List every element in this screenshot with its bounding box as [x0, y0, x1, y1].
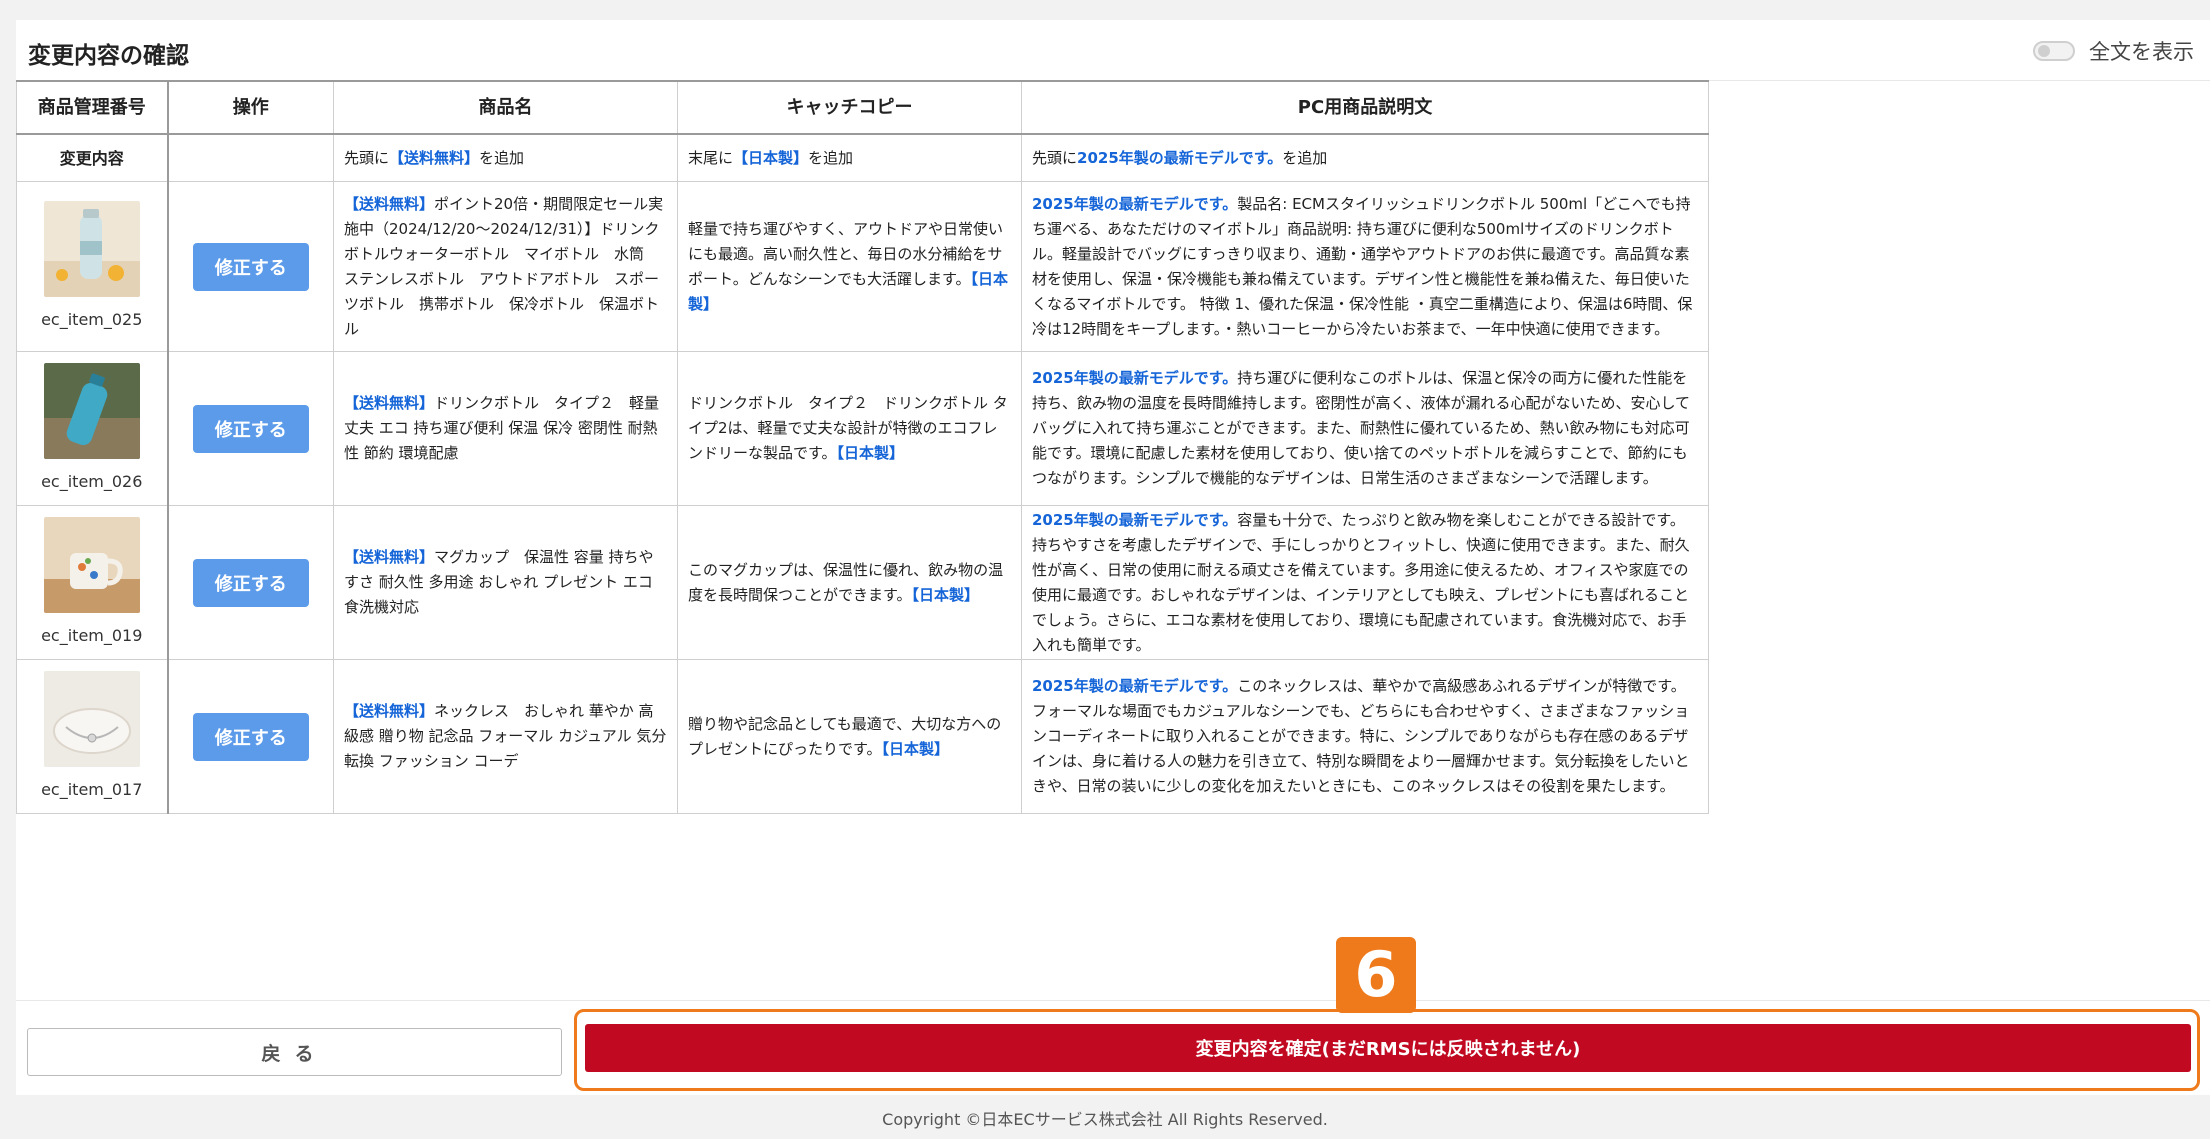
change-text: を追加 — [808, 148, 854, 167]
catch-highlight: 【日本製】 — [836, 444, 905, 462]
table-row: ec_item_026 修正する 【送料無料】ドリンクボトル タイプ２ 軽量 丈… — [16, 351, 1709, 506]
toggle-label: 全文を表示 — [2089, 40, 2194, 64]
edit-button[interactable]: 修正する — [192, 712, 309, 761]
col-header-product-name: 商品名 — [333, 80, 678, 135]
catch-copy-cell: このマグカップは、保温性に優れ、飲み物の温度を長時間保つことができます。【日本製… — [677, 505, 1022, 660]
description-cell: 2025年製の最新モデルです。容量も十分で、たっぷりと飲み物を楽しむことができる… — [1021, 505, 1709, 660]
desc-highlight: 2025年製の最新モデルです。 — [1032, 677, 1238, 695]
name-highlight: 【送料無料】 — [344, 194, 435, 213]
item-id-cell: ec_item_017 — [16, 659, 169, 814]
edit-button[interactable]: 修正する — [192, 404, 309, 453]
edit-button[interactable]: 修正する — [192, 242, 309, 291]
step-number-badge: 6 — [1336, 937, 1416, 1013]
change-highlight: 2025年製の最新モデルです。 — [1077, 148, 1283, 167]
back-button[interactable]: 戻る — [27, 1028, 562, 1076]
action-cell: 修正する — [167, 659, 334, 814]
description-cell: 2025年製の最新モデルです。製品名: ECMスタイリッシュドリンクボトル 50… — [1021, 181, 1709, 352]
catch-copy-cell: ドリンクボトル タイプ２ ドリンクボトル タイプ2は、軽量で丈夫な設計が特徴のエ… — [677, 351, 1022, 506]
confirm-table: 商品管理番号 操作 商品名 キャッチコピー PC用商品説明文 変更内容 先頭に【… — [16, 80, 1709, 814]
item-id: ec_item_017 — [41, 780, 143, 799]
item-id-cell: ec_item_026 — [16, 351, 169, 506]
desc-highlight: 2025年製の最新モデルです。 — [1032, 194, 1238, 213]
card-header: 変更内容の確認 全文を表示 — [16, 20, 2210, 81]
action-cell: 修正する — [167, 505, 334, 660]
change-summary-row: 変更内容 先頭に【送料無料】を追加 末尾に【日本製】を追加 先頭に2025年製の… — [16, 133, 1709, 182]
name-highlight: 【送料無料】 — [344, 394, 435, 412]
footer-action-bar: 戻る 変更内容を確定(まだRMSには反映されません) — [16, 1000, 2210, 1096]
item-id: ec_item_025 — [41, 310, 143, 329]
desc-text: 製品名: ECMスタイリッシュドリンクボトル 500ml「どこへでも持ち運べる、… — [1032, 194, 1693, 338]
name-highlight: 【送料無料】 — [344, 548, 435, 566]
change-highlight: 【日本製】 — [733, 148, 809, 167]
col-header-action: 操作 — [167, 80, 334, 135]
copyright-text: Copyright ©日本ECサービス株式会社 All Rights Reser… — [882, 1110, 1328, 1129]
confirm-changes-button[interactable]: 変更内容を確定(まだRMSには反映されません) — [585, 1024, 2191, 1072]
desc-text: 容量も十分で、たっぷりと飲み物を楽しむことができる設計です。持ちやすさを考慮した… — [1032, 510, 1690, 654]
item-id-cell: ec_item_019 — [16, 505, 169, 660]
catch-copy-cell: 軽量で持ち運びやすく、アウトドアや日常使いにも最適。高い耐久性と、毎日の水分補給… — [677, 181, 1022, 352]
desc-highlight: 2025年製の最新モデルです。 — [1032, 369, 1238, 387]
change-text: 先頭に — [1032, 148, 1078, 167]
change-text: を追加 — [479, 148, 525, 167]
table-row: ec_item_019 修正する 【送料無料】マグカップ 保温性 容量 持ちやす… — [16, 505, 1709, 660]
catch-copy-cell: 贈り物や記念品としても最適で、大切な方へのプレゼントにぴったりです。【日本製】 — [677, 659, 1022, 814]
product-name-cell: 【送料無料】ポイント20倍・期間限定セール実施中（2024/12/20～2024… — [333, 181, 678, 352]
change-highlight: 【送料無料】 — [389, 148, 480, 167]
catch-highlight: 【日本製】 — [881, 739, 950, 758]
change-row-name: 先頭に【送料無料】を追加 — [333, 133, 678, 182]
water-bottle-image — [43, 201, 140, 297]
product-name-cell: 【送料無料】マグカップ 保温性 容量 持ちやすさ 耐久性 多用途 おしゃれ プレ… — [333, 505, 678, 660]
edit-button[interactable]: 修正する — [192, 558, 309, 607]
catch-text: 軽量で持ち運びやすく、アウトドアや日常使いにも最適。高い耐久性と、毎日の水分補給… — [688, 219, 1004, 288]
blue-bottle-image — [43, 363, 140, 459]
col-header-item-id: 商品管理番号 — [16, 80, 169, 135]
catch-highlight: 【日本製】 — [911, 585, 980, 604]
item-id-cell: ec_item_025 — [16, 181, 169, 352]
col-header-catch-copy: キャッチコピー — [677, 80, 1022, 135]
change-row-desc: 先頭に2025年製の最新モデルです。を追加 — [1021, 133, 1709, 182]
show-full-text-toggle[interactable]: 全文を表示 — [2033, 36, 2194, 66]
mug-image — [43, 517, 140, 613]
toggle-switch[interactable] — [2033, 41, 2075, 61]
item-id: ec_item_026 — [41, 472, 143, 491]
table-row: ec_item_017 修正する 【送料無料】ネックレス おしゃれ 華やか 高級… — [16, 659, 1709, 814]
confirm-card: 変更内容の確認 全文を表示 商品管理番号 操作 商品名 キャッチコピー PC用商… — [16, 20, 2210, 1095]
col-header-pc-description: PC用商品説明文 — [1021, 80, 1709, 135]
change-row-label: 変更内容 — [16, 133, 169, 182]
page-title: 変更内容の確認 — [28, 43, 189, 69]
name-highlight: 【送料無料】 — [344, 702, 435, 720]
desc-highlight: 2025年製の最新モデルです。 — [1032, 510, 1238, 529]
product-name-cell: 【送料無料】ネックレス おしゃれ 華やか 高級感 贈り物 記念品 フォーマル カ… — [333, 659, 678, 814]
change-row-catch: 末尾に【日本製】を追加 — [677, 133, 1022, 182]
description-cell: 2025年製の最新モデルです。持ち運びに便利なこのボトルは、保温と保冷の両方に優… — [1021, 351, 1709, 506]
change-text: を追加 — [1282, 148, 1328, 167]
change-row-action-empty — [167, 133, 334, 182]
description-cell: 2025年製の最新モデルです。このネックレスは、華やかで高級感あふれるデザインが… — [1021, 659, 1709, 814]
action-cell: 修正する — [167, 351, 334, 506]
change-text: 先頭に — [344, 148, 390, 167]
name-text: ポイント20倍・期間限定セール実施中（2024/12/20～2024/12/31… — [344, 194, 664, 338]
table-header-row: 商品管理番号 操作 商品名 キャッチコピー PC用商品説明文 — [16, 80, 1709, 135]
action-cell: 修正する — [167, 181, 334, 352]
necklace-image — [43, 671, 140, 767]
table-row: ec_item_025 修正する 【送料無料】ポイント20倍・期間限定セール実施… — [16, 181, 1709, 352]
item-id: ec_item_019 — [41, 626, 143, 645]
change-text: 末尾に — [688, 148, 734, 167]
product-name-cell: 【送料無料】ドリンクボトル タイプ２ 軽量 丈夫 エコ 持ち運び便利 保温 保冷… — [333, 351, 678, 506]
catch-text: 贈り物や記念品としても最適で、大切な方へのプレゼントにぴったりです。 — [688, 714, 1002, 758]
toggle-knob — [2038, 45, 2050, 57]
